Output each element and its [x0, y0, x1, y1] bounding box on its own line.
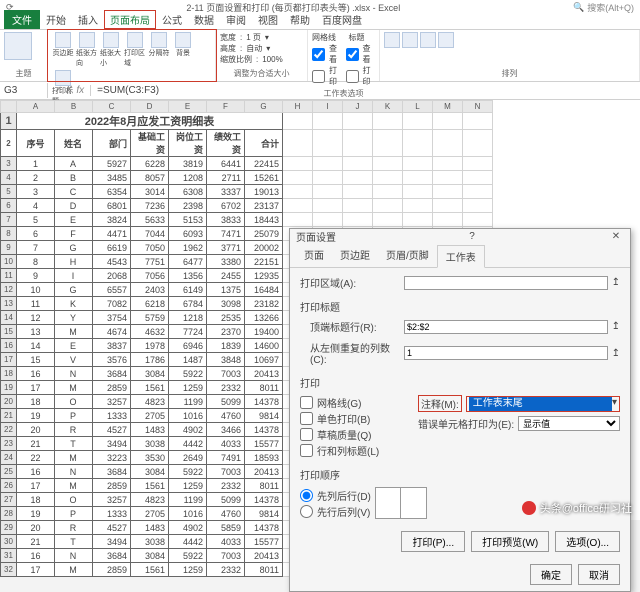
search-box[interactable]: 🔍 搜索(Alt+Q): [573, 1, 634, 14]
gridlines-check[interactable]: [300, 396, 313, 409]
logo-icon: [522, 501, 536, 515]
close-icon[interactable]: ✕: [608, 231, 624, 242]
watermark: 头条@office研习社: [522, 500, 632, 516]
down-over-radio[interactable]: [300, 489, 313, 502]
errors-combo[interactable]: 显示值: [518, 416, 620, 431]
tab-headerfooter[interactable]: 页眉/页脚: [378, 244, 437, 267]
tab-page[interactable]: 页面: [296, 244, 332, 267]
tab-baidu[interactable]: 百度网盘: [316, 10, 368, 29]
left-cols-input[interactable]: [404, 346, 608, 360]
tab-file[interactable]: 文件: [4, 10, 40, 29]
tab-view[interactable]: 视图: [252, 10, 284, 29]
print-area-input[interactable]: [404, 276, 608, 290]
group-themes-label: 主题: [4, 68, 43, 79]
send-backward-icon[interactable]: [402, 32, 418, 48]
name-box[interactable]: G3: [0, 83, 48, 98]
fx-icon[interactable]: ✓ ✗ fx: [48, 85, 91, 96]
formula-bar[interactable]: =SUM(C3:F3): [91, 85, 640, 96]
print-preview-button[interactable]: 打印预览(W): [471, 531, 549, 552]
ribbon: 主题 页边距纸张方向纸张大小打印区域分隔符背景打印标题 页面设置 宽度: 1 页…: [0, 30, 640, 82]
order-section-label: 打印顺序: [300, 467, 620, 482]
ok-button[interactable]: 确定: [530, 564, 572, 585]
page-setup-dialog: 页面设置 ? ✕ 页面 页边距 页眉/页脚 工作表 打印区域(A):↥ 打印标题…: [289, 228, 631, 592]
tab-margins[interactable]: 页边距: [332, 244, 378, 267]
print-section-label: 打印: [300, 375, 620, 390]
menu-bar: 文件 开始 插入 页面布局 公式 数据 审阅 视图 帮助 百度网盘: [0, 14, 640, 30]
comments-combo[interactable]: 工作表末尾: [469, 397, 612, 411]
dialog-title: 页面设置: [296, 229, 336, 244]
range-picker-icon[interactable]: ↥: [612, 277, 620, 288]
tab-home[interactable]: 开始: [40, 10, 72, 29]
comments-label: 注释(M):: [418, 395, 462, 412]
themes-icon[interactable]: [4, 32, 32, 60]
tab-formulas[interactable]: 公式: [156, 10, 188, 29]
options-button[interactable]: 选项(O)...: [555, 531, 620, 552]
order-preview: [375, 487, 427, 519]
print-titles-label: 打印标题: [300, 299, 620, 314]
tab-insert[interactable]: 插入: [72, 10, 104, 29]
draft-check[interactable]: [300, 428, 313, 441]
tab-page-layout[interactable]: 页面布局: [104, 10, 156, 29]
rowcol-check[interactable]: [300, 444, 313, 457]
tab-review[interactable]: 审阅: [220, 10, 252, 29]
cancel-button[interactable]: 取消: [578, 564, 620, 585]
print-button[interactable]: 打印(P)...: [401, 531, 465, 552]
help-icon[interactable]: ?: [469, 231, 475, 242]
tab-data[interactable]: 数据: [188, 10, 220, 29]
top-rows-input[interactable]: [404, 320, 608, 334]
tab-help[interactable]: 帮助: [284, 10, 316, 29]
bring-forward-icon[interactable]: [384, 32, 400, 48]
range-picker-icon[interactable]: ↥: [612, 348, 620, 359]
tab-sheet[interactable]: 工作表: [437, 245, 485, 268]
range-picker-icon[interactable]: ↥: [612, 321, 620, 332]
selection-pane-icon[interactable]: [420, 32, 436, 48]
over-down-radio[interactable]: [300, 505, 313, 518]
mono-check[interactable]: [300, 412, 313, 425]
